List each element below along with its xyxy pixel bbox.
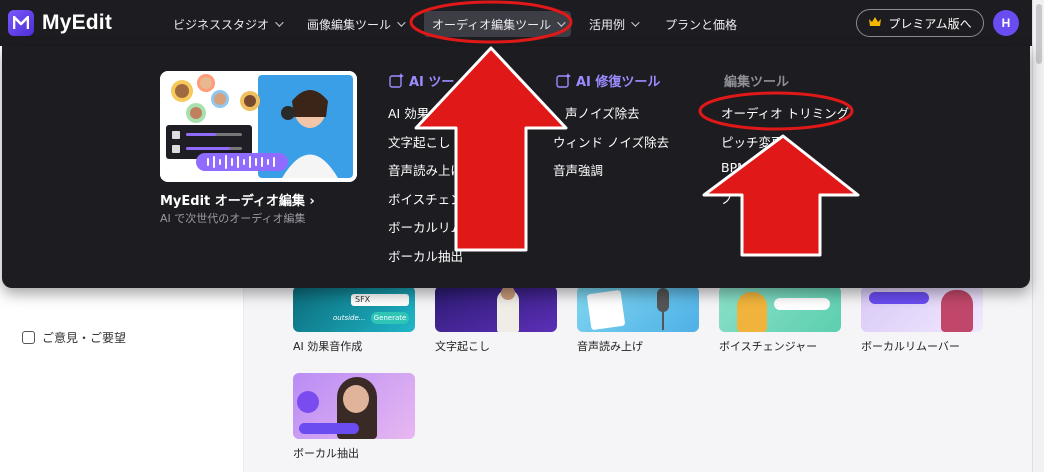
menu-item-audio-trimming[interactable]: オーディオ トリミング	[721, 103, 849, 122]
nav-pricing[interactable]: プランと価格	[665, 11, 737, 37]
card-label: ボイスチェンジャー	[719, 340, 818, 353]
premium-button[interactable]: プレミアム版へ	[856, 9, 984, 37]
column-heading-label: AI 修復ツール	[576, 75, 661, 90]
feature-title-link[interactable]: MyEdit オーディオ編集 ›	[160, 190, 315, 209]
nav-label: 活用例	[589, 17, 626, 32]
ai-sfx-thumbnail: SFX outside... Generate	[293, 286, 415, 332]
tts-thumbnail	[577, 286, 699, 332]
nav-label: オーディオ編集ツール	[432, 17, 552, 32]
menu-item-vocal-remover[interactable]: ボーカルリムーバー	[388, 217, 500, 236]
chevron-down-icon	[631, 18, 640, 27]
ai-sparkle-icon	[556, 73, 571, 88]
chevron-down-icon	[275, 18, 284, 27]
nav-label: 画像編集ツール	[307, 17, 392, 32]
tool-card-tts[interactable]: 音声読み上げ	[577, 286, 699, 354]
feature-image[interactable]	[160, 71, 357, 182]
logo-text: MyEdit	[42, 11, 113, 34]
vocal-extractor-thumbnail	[293, 373, 415, 439]
tool-card-ai-sfx[interactable]: SFX outside... Generate AI 効果音作成	[293, 286, 415, 354]
nav-use-cases[interactable]: 活用例	[589, 11, 640, 37]
menu-item-pitch-change[interactable]: ピッチ変更	[721, 132, 784, 151]
column-heading-label: AI ツー	[409, 75, 455, 90]
chevron-down-icon	[397, 18, 406, 27]
card-label: 文字起こし	[435, 340, 490, 353]
scrollbar-thumb[interactable]	[1036, 4, 1042, 64]
nav-image-tools[interactable]: 画像編集ツール	[307, 11, 406, 37]
tool-card-voice-changer[interactable]: ボイスチェンジャー	[719, 286, 841, 354]
transcription-thumbnail	[435, 286, 557, 332]
audio-tools-menu	[2, 46, 1030, 288]
card-label: AI 効果音作成	[293, 340, 363, 353]
feedback-link[interactable]: ご意見・ご要望	[22, 329, 126, 346]
top-nav-bar: MyEdit ビジネススタジオ 画像編集ツール オーディオ編集ツール 活用例 プ…	[0, 0, 1032, 46]
avatar[interactable]: H	[993, 10, 1019, 36]
card-label: 音声読み上げ	[577, 340, 643, 353]
menu-item-voice-denoise[interactable]: 声ノイズ除去	[565, 103, 640, 122]
tool-card-vocal-extractor[interactable]: ボーカル抽出	[293, 373, 415, 461]
tool-card-vocal-remover[interactable]: ボーカルリムーバー	[861, 286, 983, 354]
nav-audio-tools[interactable]: オーディオ編集ツール	[424, 11, 572, 37]
menu-item-voice-enhance[interactable]: 音声強調	[553, 160, 603, 179]
crown-icon	[868, 16, 882, 30]
tool-card-transcription[interactable]: 文字起こし	[435, 286, 557, 354]
premium-label: プレミアム版へ	[888, 16, 972, 31]
menu-item-bpm[interactable]: BPM	[721, 160, 748, 175]
ai-sparkle-icon	[389, 73, 404, 88]
menu-item-transcription[interactable]: 文字起こし	[388, 132, 451, 151]
menu-item-ai-sfx[interactable]: AI 効果	[388, 103, 429, 122]
chevron-down-icon	[557, 18, 566, 27]
column-heading-label: 編集ツール	[724, 75, 790, 90]
column-heading-ai-repair: AI 修復ツール	[556, 71, 660, 90]
logo[interactable]: MyEdit	[8, 10, 112, 36]
menu-item-partial[interactable]: ノ	[721, 189, 734, 208]
feedback-label: ご意見・ご要望	[42, 331, 127, 345]
column-heading-ai-tools: AI ツー	[389, 71, 454, 90]
menu-item-wind-denoise[interactable]: ウィンド ノイズ除去	[553, 132, 669, 151]
menu-item-voice-changer[interactable]: ボイスチェンジャー	[388, 189, 500, 208]
feature-subtitle: AI で次世代のオーディオ編集	[160, 212, 306, 225]
nav-label: プランと価格	[665, 17, 738, 32]
myedit-logo-icon	[8, 10, 34, 36]
card-label: ボーカル抽出	[293, 447, 359, 460]
menu-item-tts[interactable]: 音声読み上げ	[388, 160, 463, 179]
feedback-icon	[22, 331, 35, 344]
nav-label: ビジネススタジオ	[173, 17, 270, 32]
column-heading-edit-tools: 編集ツール	[724, 71, 789, 90]
nav-business-studio[interactable]: ビジネススタジオ	[173, 11, 284, 37]
card-label: ボーカルリムーバー	[861, 340, 960, 353]
vocal-remover-thumbnail	[861, 286, 983, 332]
scrollbar[interactable]	[1032, 0, 1044, 472]
voice-changer-thumbnail	[719, 286, 841, 332]
menu-item-vocal-extractor[interactable]: ボーカル抽出	[388, 246, 463, 265]
